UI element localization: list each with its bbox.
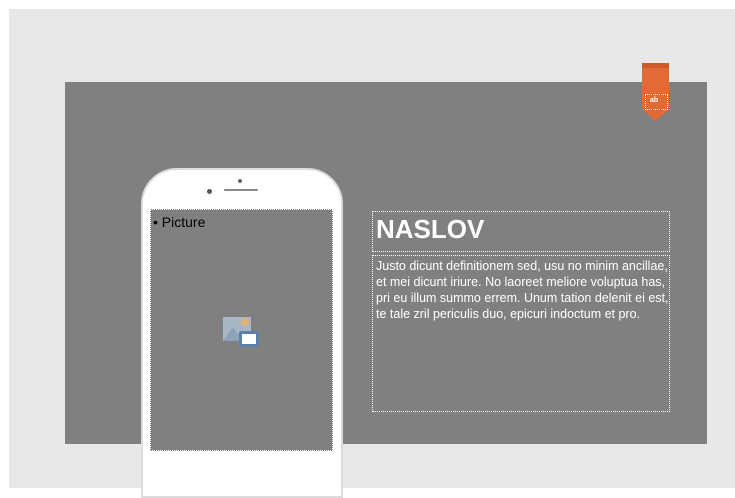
phone-camera xyxy=(238,179,242,183)
bookmark-ribbon-icon[interactable] xyxy=(642,63,669,121)
phone-sensor xyxy=(207,189,212,194)
slide-body-text: Justo dicunt definitionem sed, usu no mi… xyxy=(376,259,669,321)
phone-speaker xyxy=(224,189,258,191)
insert-picture-icon[interactable] xyxy=(221,313,261,349)
bookmark-glyph: ab xyxy=(650,97,659,104)
picture-placeholder-label: • Picture xyxy=(153,214,206,230)
slide-title: NASLOV xyxy=(376,214,485,244)
